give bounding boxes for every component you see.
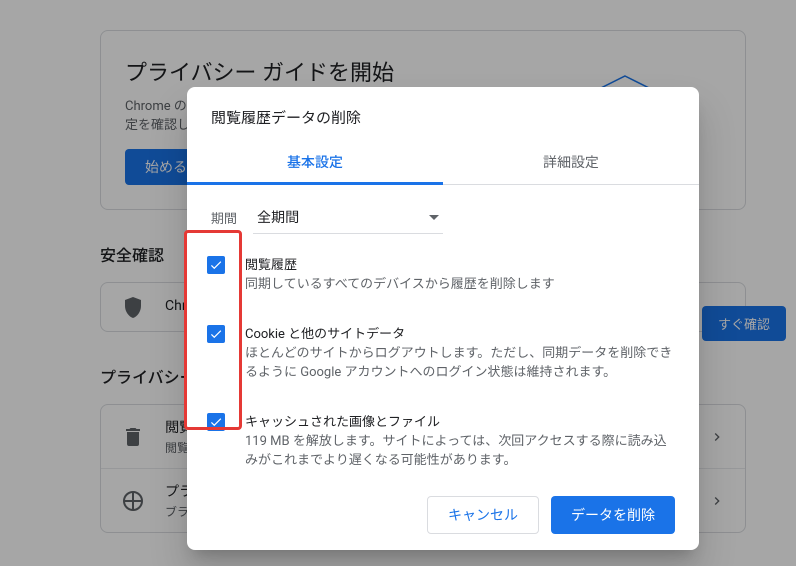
dialog-tabs: 基本設定 詳細設定 [187,140,699,185]
period-value: 全期間 [257,207,299,227]
check-title: 閲覧履歴 [245,254,679,273]
period-select[interactable]: 全期間 [253,201,443,234]
checkbox-cache[interactable] [207,413,225,431]
check-title: Cookie と他のサイトデータ [245,323,679,342]
checkbox-row-cache: キャッシュされた画像とファイル 119 MB を解放します。サイトによっては、次… [207,411,679,471]
check-sub: 119 MB を解放します。サイトによっては、次回アクセスする際に読み込みがこれ… [245,432,679,471]
check-sub: 同期しているすべてのデバイスから履歴を削除します [245,275,679,295]
dialog-footer: キャンセル データを削除 [187,480,699,550]
tab-advanced[interactable]: 詳細設定 [443,140,699,184]
check-sub: ほとんどのサイトからログアウトします。ただし、同期データを削除できるように Go… [245,344,679,383]
checkbox-history[interactable] [207,256,225,274]
tab-basic[interactable]: 基本設定 [187,140,443,184]
dialog-title: 閲覧履歴データの削除 [187,87,699,140]
checkbox-cookies[interactable] [207,325,225,343]
check-title: キャッシュされた画像とファイル [245,411,679,430]
dialog-body[interactable]: 期間 全期間 閲覧履歴 同期しているすべてのデバイスから履歴を削除します Coo… [187,185,699,480]
checkbox-row-history: 閲覧履歴 同期しているすべてのデバイスから履歴を削除します [207,254,679,295]
period-label: 期間 [211,208,237,227]
cancel-button[interactable]: キャンセル [427,496,539,534]
clear-browsing-data-dialog: 閲覧履歴データの削除 基本設定 詳細設定 期間 全期間 閲覧履歴 同期しているす… [187,87,699,550]
checkbox-row-cookies: Cookie と他のサイトデータ ほとんどのサイトからログアウトします。ただし、… [207,323,679,383]
chevron-down-icon [429,215,439,220]
delete-button[interactable]: データを削除 [551,496,675,534]
